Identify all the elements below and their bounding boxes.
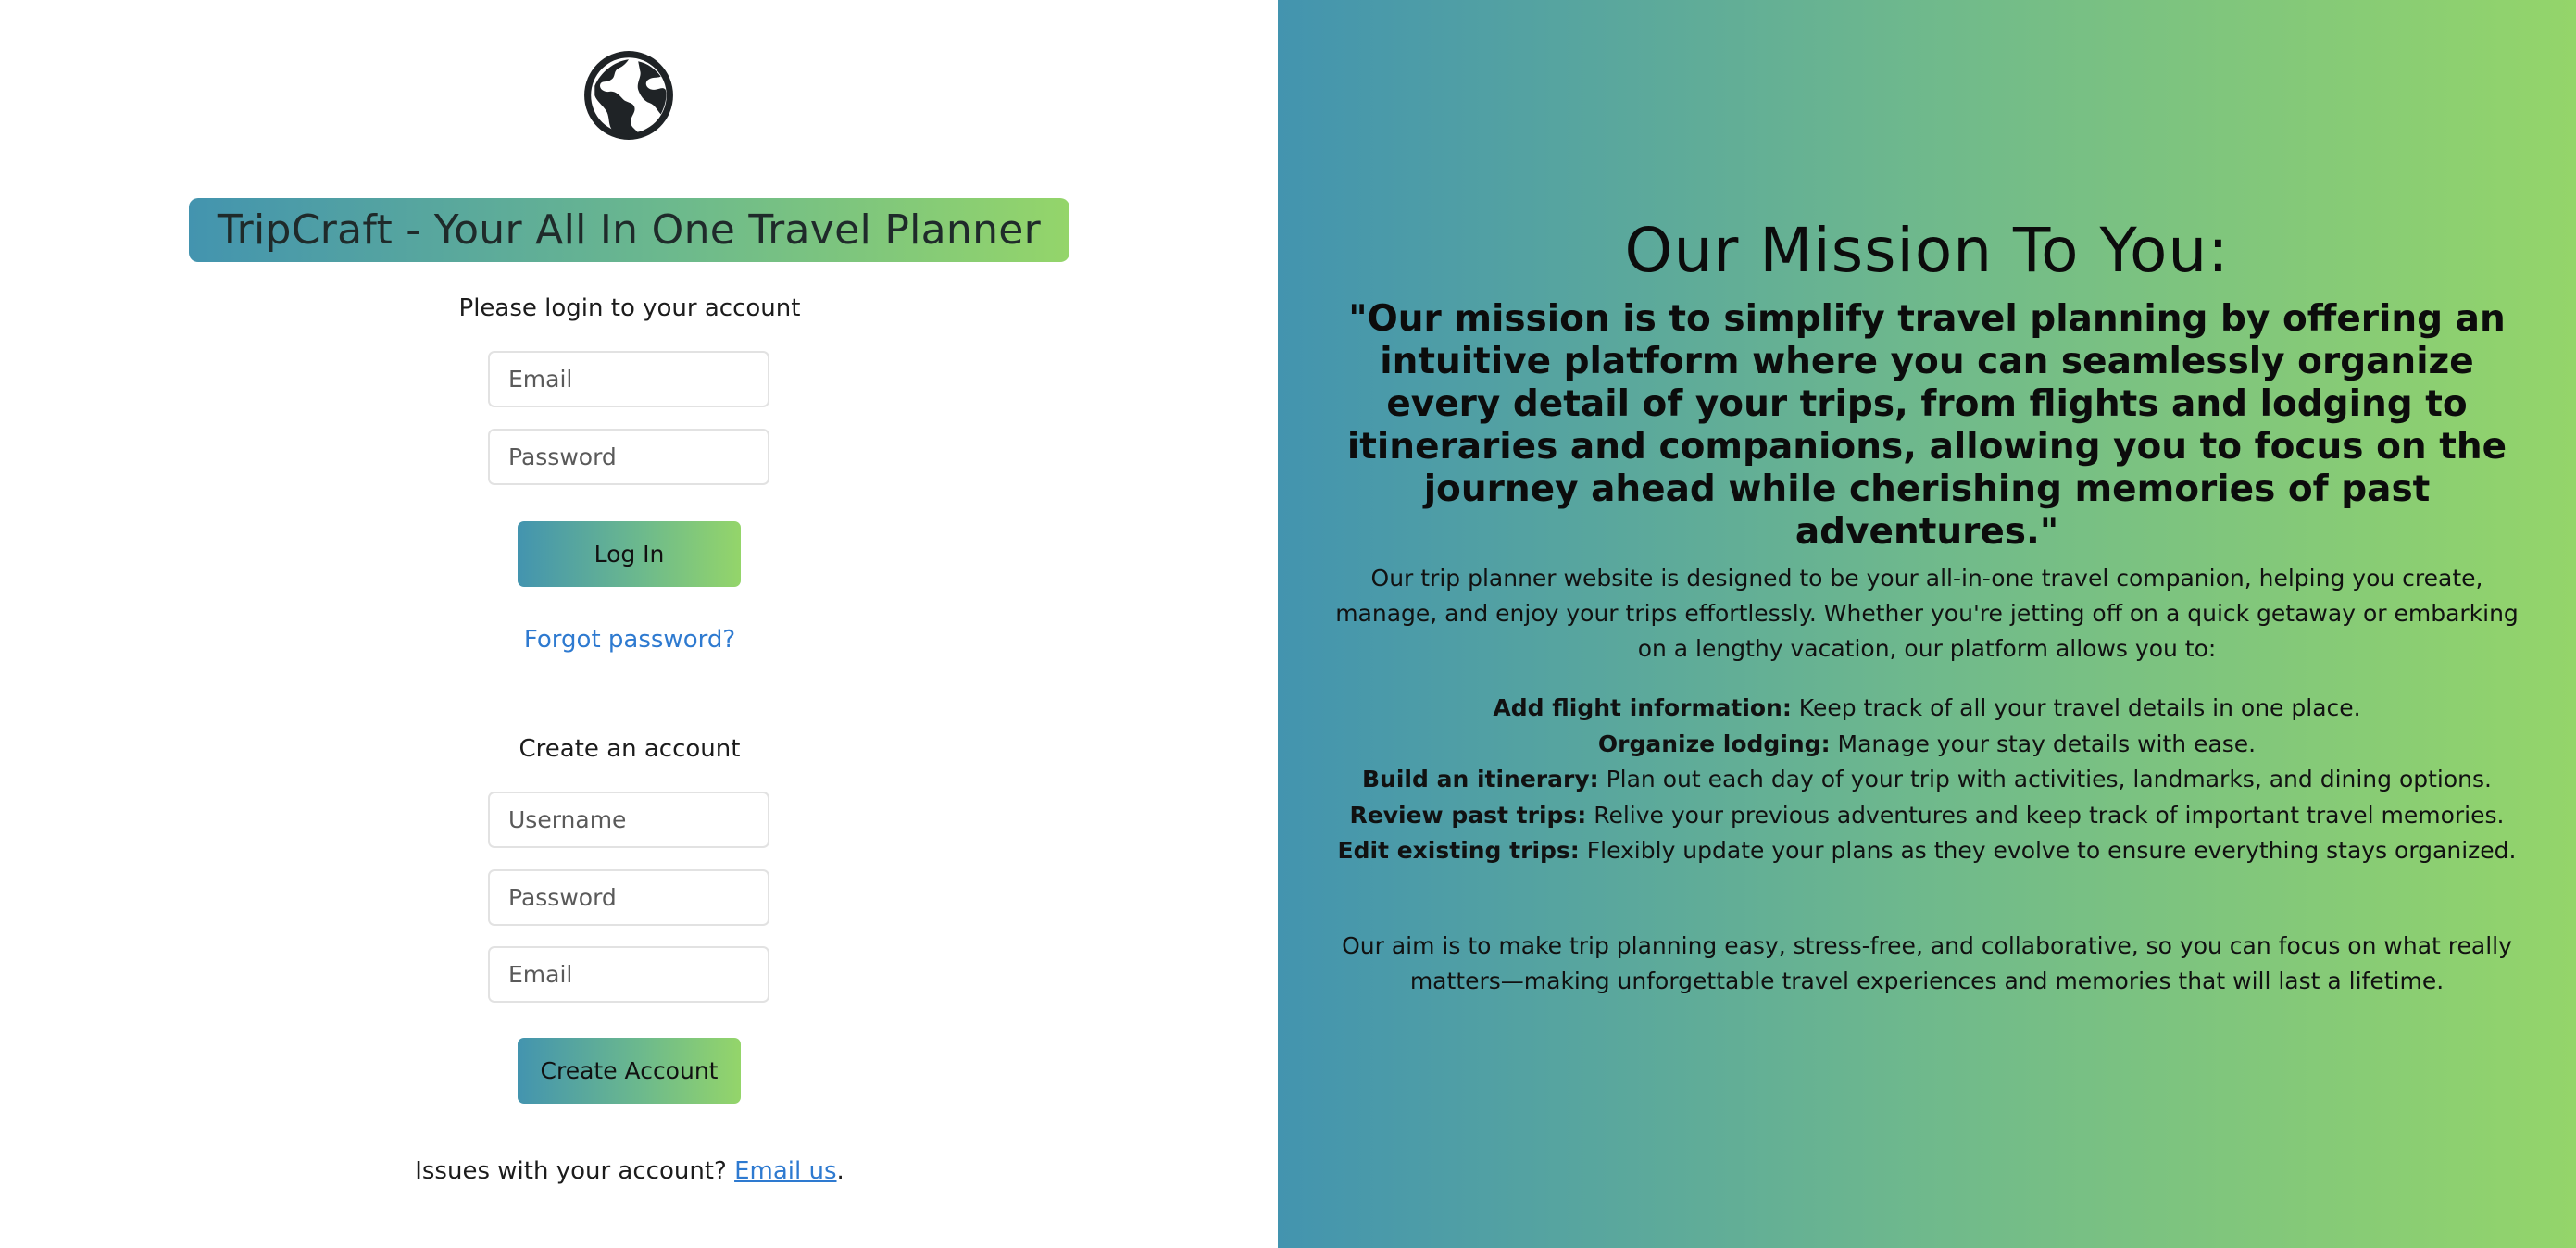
mission-pane: Our Mission To You: "Our mission is to s… (1278, 0, 2576, 1248)
aim-paragraph: Our aim is to make trip planning easy, s… (1342, 932, 2512, 994)
signup-email-input[interactable] (488, 946, 769, 1003)
support-line: Issues with your account? Email us. (306, 1157, 954, 1185)
feature-label: Organize lodging: (1597, 730, 1831, 757)
mission-quote: "Our mission is to simplify travel plann… (1346, 298, 2507, 553)
feature-text: Flexibly update your plans as they evolv… (1579, 837, 2517, 864)
feature-label: Build an itinerary: (1361, 766, 1599, 792)
email-us-link[interactable]: Email us (734, 1157, 836, 1185)
forgot-password-link[interactable]: Forgot password? (444, 626, 815, 654)
feature-item: Add flight information: Keep track of al… (1324, 691, 2530, 727)
mission-heading: Our Mission To You: (1624, 215, 2230, 286)
feature-item: Build an itinerary: Plan out each day of… (1324, 762, 2530, 798)
app-title-banner: TripCraft - Your All In One Travel Plann… (189, 198, 1069, 262)
globe-americas-icon (581, 48, 676, 143)
feature-text: Plan out each day of your trip with acti… (1598, 766, 2492, 792)
feature-label: Edit existing trips: (1337, 837, 1580, 864)
create-account-button[interactable]: Create Account (518, 1038, 741, 1104)
login-prompt: Please login to your account (458, 294, 801, 322)
feature-text: Manage your stay details with ease. (1830, 730, 2257, 757)
signup-username-input[interactable] (488, 792, 769, 848)
support-text: Issues with your account? (415, 1157, 727, 1185)
signup-password-input[interactable] (488, 869, 769, 926)
intro-paragraph: Our trip planner website is designed to … (1335, 565, 2519, 662)
feature-item: Organize lodging: Manage your stay detai… (1324, 727, 2530, 763)
support-suffix: . (836, 1157, 844, 1185)
feature-list: Add flight information: Keep track of al… (1324, 691, 2530, 869)
feature-label: Add flight information: (1493, 694, 1792, 721)
login-email-input[interactable] (488, 351, 769, 407)
create-account-heading: Create an account (519, 735, 741, 763)
feature-label: Review past trips: (1349, 801, 1587, 829)
feature-item: Edit existing trips: Flexibly update you… (1324, 833, 2530, 869)
feature-item: Review past trips: Relive your previous … (1324, 798, 2530, 834)
login-pane: TripCraft - Your All In One Travel Plann… (0, 0, 1278, 1248)
login-password-input[interactable] (488, 429, 769, 485)
feature-text: Relive your previous adventures and keep… (1586, 801, 2505, 829)
feature-text: Keep track of all your travel details in… (1791, 694, 2361, 721)
login-button[interactable]: Log In (518, 521, 741, 587)
